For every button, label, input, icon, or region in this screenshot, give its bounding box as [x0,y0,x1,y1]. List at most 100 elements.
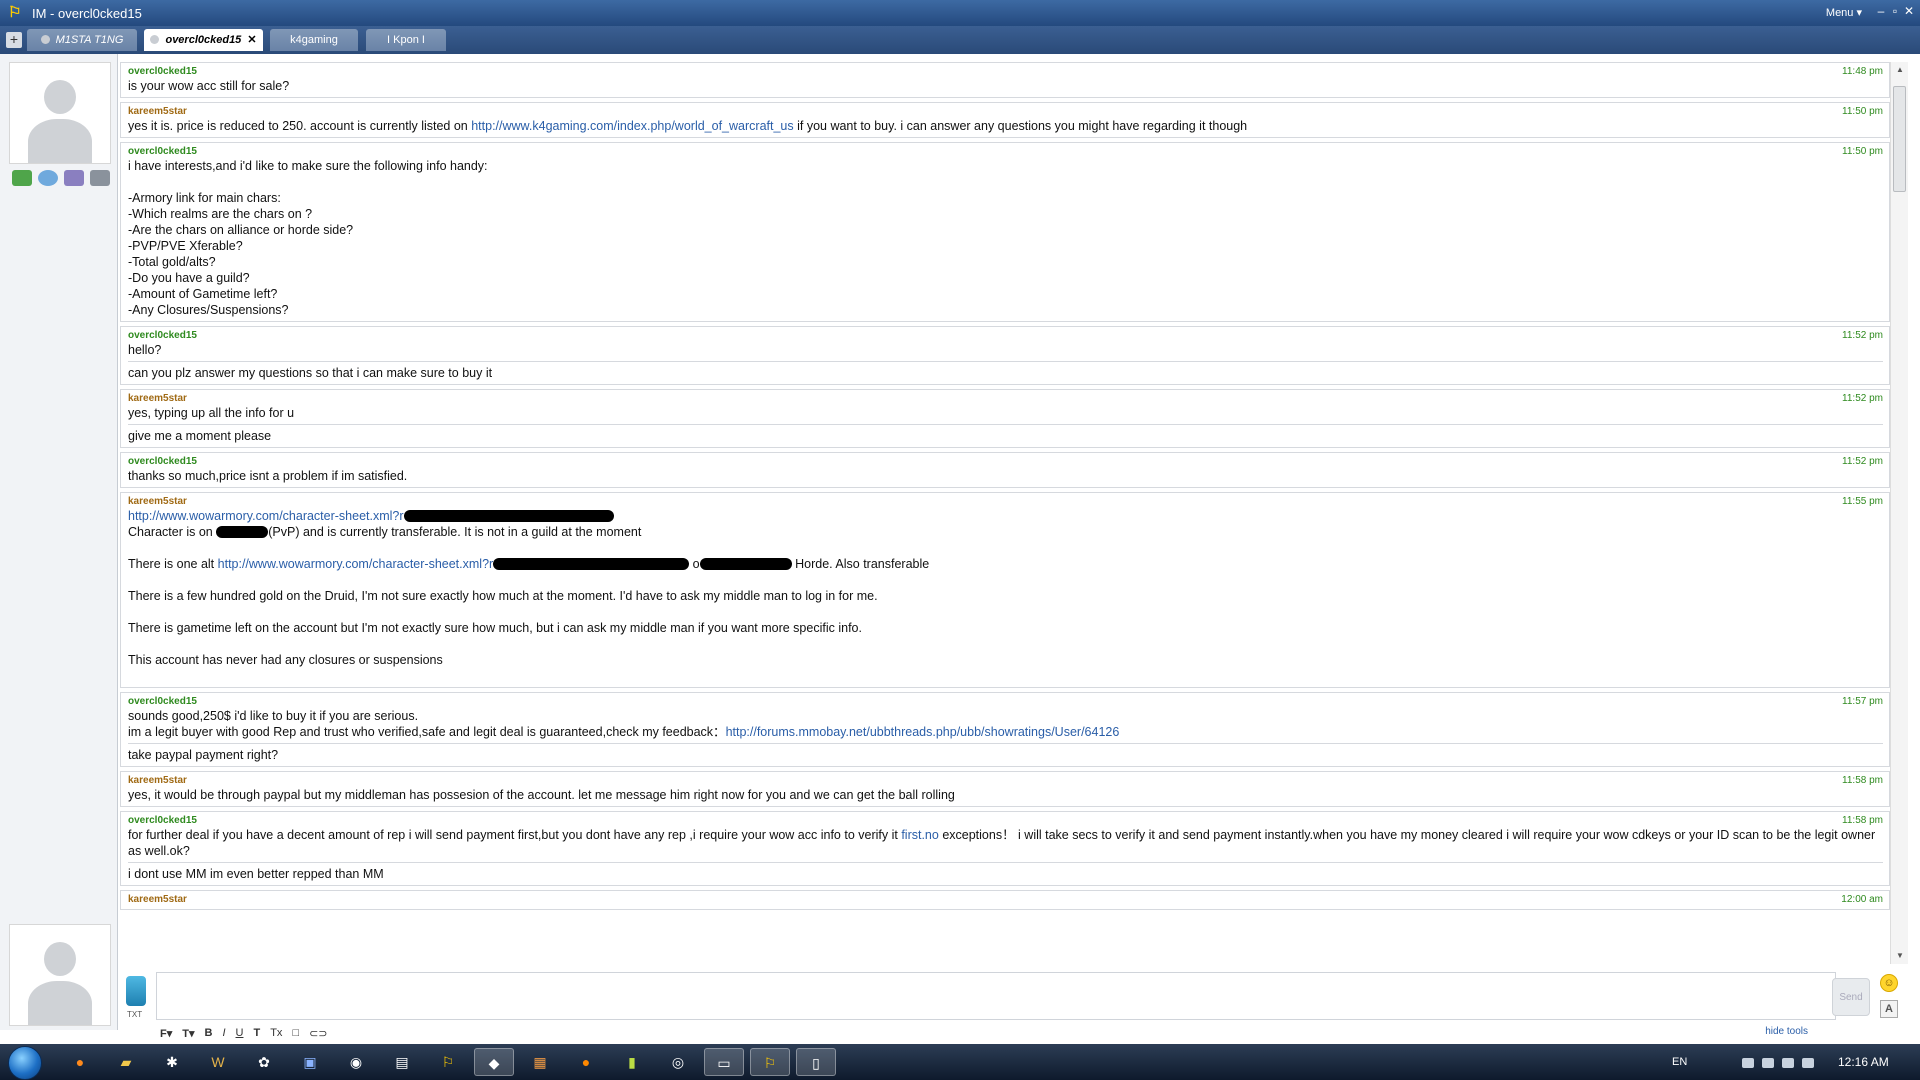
font-face-button[interactable]: F▾ [160,1027,172,1040]
app-icon-14[interactable]: ◎ [658,1048,698,1076]
message-text: can you plz answer my questions so that … [128,366,493,380]
message-sender: kareem5star [128,106,187,117]
message-input[interactable] [156,972,1836,1020]
format-toolbar: F▾ T▾ B I U T Tx □ ⊂⊃ [160,1024,1910,1042]
tab-i-kpon-i[interactable]: I Kpon I [366,29,446,51]
app-icon-8[interactable]: ▤ [382,1048,422,1076]
redaction-mark [699,558,792,570]
scroll-thumb[interactable] [1893,86,1906,192]
mobile-txt-icon[interactable] [126,976,146,1006]
menu-button[interactable]: Menu ▾ [1826,6,1862,19]
message: overcl0cked15 11:57 pm sounds good,250$ i… [120,692,1890,767]
hide-tools-link[interactable]: hide tools [1765,1026,1808,1037]
message-sender: kareem5star [128,894,187,905]
message-text: i have interests,and i'd like to make su… [128,159,488,317]
clear-format-button[interactable]: Tx [270,1027,282,1039]
app-icon-11[interactable]: ▦ [520,1048,560,1076]
alt-armory-link[interactable]: http://www.wowarmory.com/character-sheet… [218,557,494,571]
my-avatar[interactable] [9,924,111,1026]
message-text: http://www.wowarmory.com/character-sheet… [128,508,1883,524]
aim-icon[interactable]: ⚐ [428,1048,468,1076]
message-sender: overcl0cked15 [128,696,197,707]
volume-icon[interactable] [1802,1058,1814,1068]
app-icon-3[interactable]: ✱ [152,1048,192,1076]
tab-k4gaming[interactable]: k4gaming [270,29,358,51]
start-button-icon[interactable] [8,1046,42,1080]
status-dot-icon [150,35,160,44]
aim-running-icon[interactable]: ⚐ [750,1048,790,1076]
chat-icon[interactable] [38,170,58,186]
app-icon-6[interactable]: ▣ [290,1048,330,1076]
tab-m1sta-t1ng[interactable]: M1STA T1NG [27,29,137,51]
close-window-button[interactable]: ✕ [1902,4,1916,18]
emoticon-icon[interactable]: ☺ [1880,974,1898,992]
font-icon[interactable]: A [1880,1000,1898,1018]
txt-label: TXT [127,1010,143,1019]
title-bar: ⚐ IM - overcl0cked15 Menu ▾ – ▫ ✕ [0,0,1920,26]
underline-button[interactable]: U [236,1027,244,1039]
feedback-link[interactable]: http://forums.mmobay.net/ubbthreads.php/… [726,725,1120,739]
message-sender: overcl0cked15 [128,456,197,467]
message-text: sounds good,250$ i'd like to buy it if y… [128,709,419,723]
scroll-up-arrow-icon[interactable]: ▲ [1891,62,1909,78]
scroll-down-arrow-icon[interactable]: ▼ [1891,948,1909,964]
message-text: i dont use MM im even better repped than… [128,867,384,881]
network-icon[interactable] [1782,1058,1794,1068]
message: overcl0cked15 11:48 pm is your wow acc st… [120,62,1890,98]
profile-icon[interactable] [12,170,32,186]
app-icon-5[interactable]: ✿ [244,1048,284,1076]
message: kareem5star 11:55 pm http://www.wowarmory… [120,492,1890,688]
redaction-mark [216,526,269,538]
wow-icon[interactable]: W [198,1048,238,1076]
send-file-icon[interactable] [64,170,84,186]
add-tab-button[interactable]: + [6,32,22,48]
action-center-icon[interactable] [1762,1058,1774,1068]
buddy-avatar[interactable] [9,62,111,164]
firefox-icon[interactable]: ● [60,1048,100,1076]
message-sender: kareem5star [128,775,187,786]
app-icon-13[interactable]: ▮ [612,1048,652,1076]
bold-button[interactable]: B [205,1027,213,1039]
message-sender: kareem5star [128,393,187,404]
language-indicator[interactable]: EN [1672,1056,1687,1068]
tab-bar: + M1STA T1NG overcl0cked15 ✕ k4gaming I K… [0,26,1920,54]
k4gaming-link[interactable]: http://www.k4gaming.com/index.php/world_… [471,119,793,133]
message-text: thanks so much,price isnt a problem if i… [128,469,408,483]
message-text: yes it is. price is reduced to 250. acco… [128,119,1248,133]
minimize-button[interactable]: – [1874,4,1888,18]
message-text: yes, it would be through paypal but my m… [128,788,955,802]
italic-button[interactable]: I [222,1027,225,1039]
message-time: 11:50 pm [1842,146,1883,157]
message: kareem5star 11:50 pm yes it is. price is … [120,102,1890,138]
app-icon-12[interactable]: ● [566,1048,606,1076]
insert-box-button[interactable]: □ [292,1027,299,1039]
app-icon-15[interactable]: ▭ [704,1048,744,1076]
insert-link-button[interactable]: ⊂⊃ [309,1027,327,1040]
text-color-button[interactable]: T [253,1027,260,1039]
compose-area: TXT Send ☺ A [120,970,1908,1030]
app-icon-7[interactable]: ◉ [336,1048,376,1076]
message-time: 11:50 pm [1842,106,1883,117]
folder-icon[interactable]: ▰ [106,1048,146,1076]
message-sender: overcl0cked15 [128,815,197,826]
message-text: hello? [128,343,162,357]
restore-button[interactable]: ▫ [1888,4,1902,18]
message-scrollbar[interactable]: ▲ ▼ [1890,62,1908,964]
armory-link[interactable]: http://www.wowarmory.com/character-sheet… [128,509,404,523]
buddy-actions [12,170,110,186]
message-text: is your wow acc still for sale? [128,79,290,93]
first-no-link[interactable]: first.no [901,828,939,842]
conversation-history[interactable]: overcl0cked15 11:48 pm is your wow acc st… [120,62,1890,964]
close-tab-icon[interactable]: ✕ [247,34,256,46]
message: kareem5star 11:58 pm yes, it would be thr… [120,771,1890,807]
app-icon-18[interactable]: ▯ [796,1048,836,1076]
message-sender: overcl0cked15 [128,66,197,77]
tray-arrow-icon[interactable] [1742,1058,1754,1068]
app-icon-10[interactable]: ◆ [474,1048,514,1076]
divider [128,424,1883,425]
video-icon[interactable] [90,170,110,186]
clock[interactable]: 12:16 AM [1838,1055,1889,1069]
send-button[interactable]: Send [1832,978,1870,1016]
tab-overcl0cked15[interactable]: overcl0cked15 ✕ [144,29,263,51]
font-size-button[interactable]: T▾ [182,1027,194,1040]
